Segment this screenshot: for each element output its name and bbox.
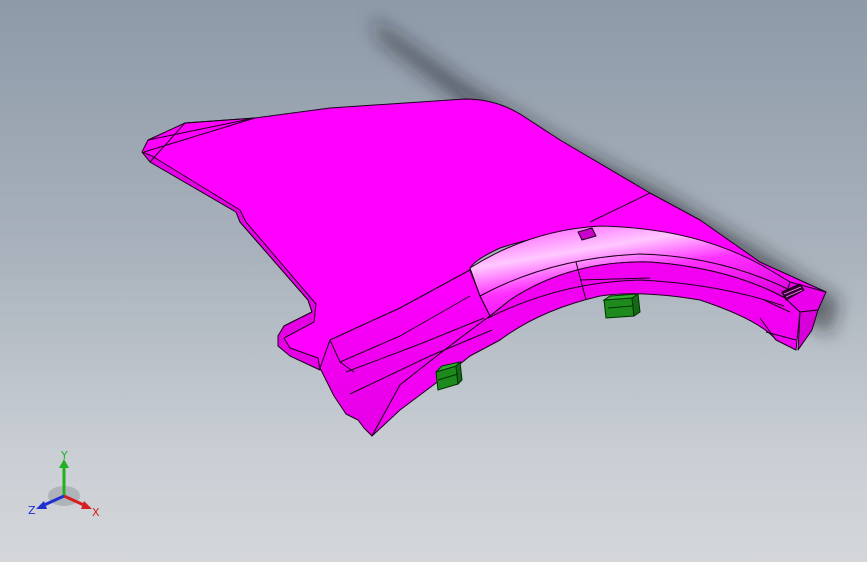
graphics-viewport[interactable]: Y X Z [0,0,867,562]
model-scene[interactable] [0,0,867,562]
y-axis-label: Y [60,449,68,462]
end-lip [797,309,819,351]
clip-right[interactable] [602,293,641,319]
z-axis-label: Z [28,504,36,517]
x-axis-label: X [92,506,100,519]
orientation-triad: Y X Z [28,449,100,519]
cover-part[interactable] [141,98,827,437]
